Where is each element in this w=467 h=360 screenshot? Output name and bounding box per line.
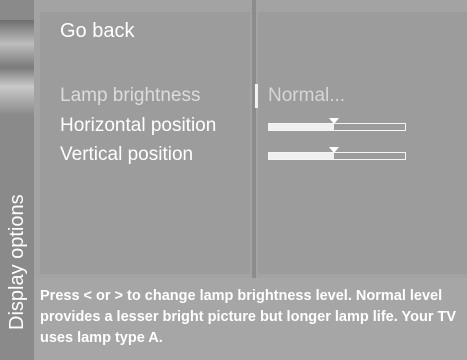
horizontal-position-item[interactable]: Horizontal position xyxy=(60,114,216,138)
selection-cursor xyxy=(255,84,258,108)
vertical-position-knob[interactable] xyxy=(329,147,340,153)
vertical-position-item[interactable]: Vertical position xyxy=(60,143,193,167)
horizontal-position-fill xyxy=(269,124,335,130)
sidebar: Display options xyxy=(0,0,34,360)
sidebar-picture xyxy=(0,20,34,115)
vertical-position-fill xyxy=(269,153,335,159)
sidebar-title: Display options xyxy=(6,194,28,330)
go-back-item[interactable]: Go back xyxy=(60,18,134,44)
tv-menu-screen: Display options Go back Lamp brightness … xyxy=(0,0,467,360)
lamp-brightness-item[interactable]: Lamp brightness xyxy=(60,84,200,108)
value-panel xyxy=(258,12,467,274)
horizontal-position-knob[interactable] xyxy=(329,118,340,124)
lamp-brightness-value: Normal... xyxy=(268,85,346,106)
column-divider xyxy=(252,0,256,280)
help-text: Press < or > to change lamp brightness l… xyxy=(40,288,457,346)
horizontal-position-slider[interactable] xyxy=(268,118,406,131)
vertical-position-slider[interactable] xyxy=(268,147,406,160)
